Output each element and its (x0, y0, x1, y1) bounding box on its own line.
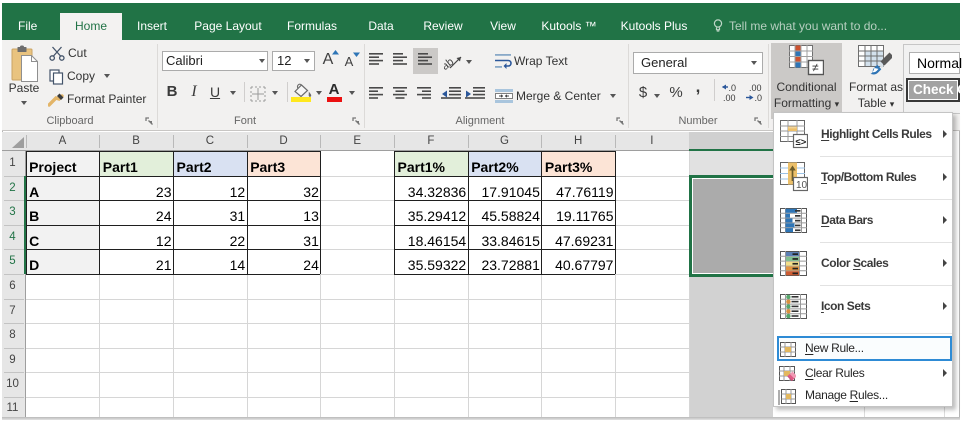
svg-text:.00: .00 (749, 83, 762, 93)
svg-text:≤>: ≤> (796, 137, 807, 148)
svg-text:10: 10 (796, 180, 808, 191)
svg-text:≠: ≠ (812, 61, 819, 75)
svg-text:.0: .0 (755, 93, 763, 102)
svg-text:.0: .0 (729, 83, 737, 93)
svg-text:.00: .00 (723, 93, 736, 102)
